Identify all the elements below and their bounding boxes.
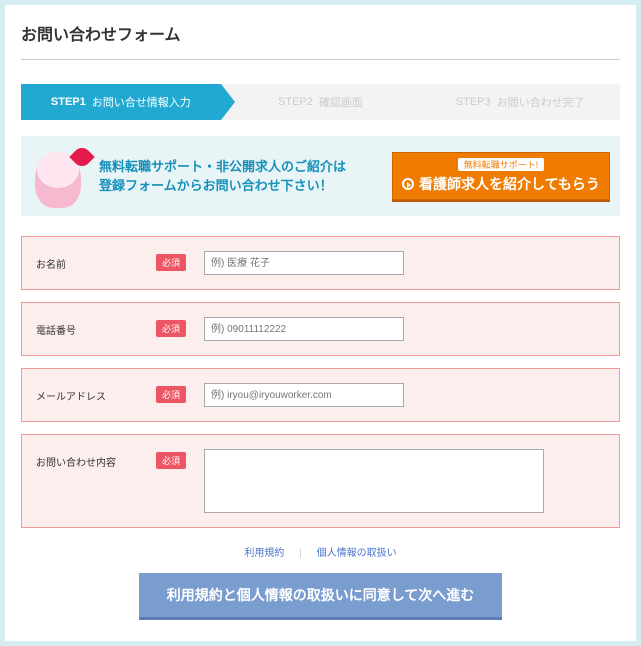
tel-input[interactable] [204,317,404,341]
name-input[interactable] [204,251,404,275]
mail-field: メールアドレス 必須 [21,368,620,422]
step-indicator: STEP1 お問い合せ情報入力 STEP2 確認画面 STEP3 お問い合わせ完… [21,84,620,120]
step-2-label: 確認画面 [319,94,363,110]
body-label: お問い合わせ内容 [36,449,156,469]
required-badge: 必須 [156,254,186,271]
mail-label: メールアドレス [36,383,156,403]
tel-field: 電話番号 必須 [21,302,620,356]
page-title: お問い合わせフォーム [21,21,620,60]
step-3: STEP3 お問い合わせ完了 [420,84,620,120]
step-2: STEP2 確認画面 [221,84,421,120]
step-1: STEP1 お問い合せ情報入力 [21,84,221,120]
name-field: お名前 必須 [21,236,620,290]
terms-link[interactable]: 利用規約 [244,548,284,559]
banner-btn-small: 無料転職サポート! [458,158,545,171]
required-badge: 必須 [156,320,186,337]
separator: | [299,548,302,559]
step-3-label: お問い合わせ完了 [497,94,585,110]
promo-banner: 無料転職サポート・非公開求人のご紹介は 登録フォームからお問い合わせ下さい！ 無… [21,136,620,216]
banner-text: 無料転職サポート・非公開求人のご紹介は 登録フォームからお問い合わせ下さい！ [99,157,392,196]
body-field: お問い合わせ内容 必須 [21,434,620,528]
name-label: お名前 [36,251,156,271]
submit-button[interactable]: 利用規約と個人情報の取扱いに同意して次へ進む [139,573,503,617]
privacy-link[interactable]: 個人情報の取扱い [317,548,397,559]
deer-mascot-icon [31,144,91,208]
body-input[interactable] [204,449,544,513]
banner-btn-big: 看護師求人を紹介してもらう [402,174,600,194]
step-1-label: お問い合せ情報入力 [92,94,191,110]
step-1-num: STEP1 [51,96,86,108]
arrow-right-icon [402,178,414,190]
nurse-jobs-button[interactable]: 無料転職サポート! 看護師求人を紹介してもらう [392,152,610,200]
tel-label: 電話番号 [36,317,156,337]
required-badge: 必須 [156,452,186,469]
required-badge: 必須 [156,386,186,403]
step-2-num: STEP2 [278,96,313,108]
mail-input[interactable] [204,383,404,407]
legal-links: 利用規約 | 個人情報の取扱い [21,544,620,559]
step-3-num: STEP3 [456,96,491,108]
